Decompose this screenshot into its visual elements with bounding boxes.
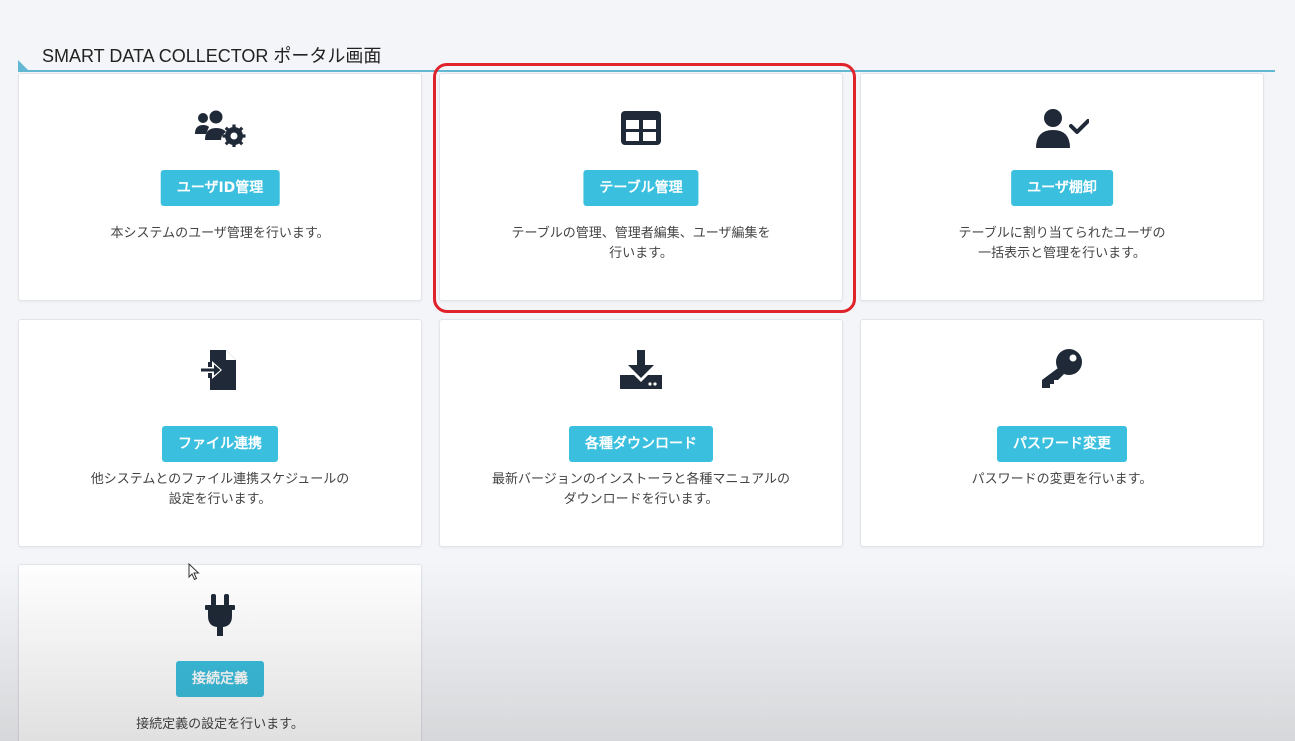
card-file-integration: ファイル連携 他システムとのファイル連携スケジュールの 設定を行います。 [18, 319, 422, 547]
mouse-pointer-icon [188, 562, 200, 585]
card-table-management: テーブル管理 テーブルの管理、管理者編集、ユーザ編集を 行います。 [439, 73, 843, 301]
user-check-icon [861, 108, 1263, 148]
portal-page: SMART DATA COLLECTOR ポータル画面 ユーザID管理 本システ… [0, 0, 1295, 741]
connection-definition-button[interactable]: 接続定義 [176, 661, 264, 697]
card-description: テーブルに割り当てられたユーザの 一括表示と管理を行います。 [958, 226, 1166, 261]
key-icon [861, 349, 1263, 390]
card-user-id-management: ユーザID管理 本システムのユーザ管理を行います。 [18, 73, 422, 301]
file-import-icon [19, 350, 421, 390]
card-user-inventory: ユーザ棚卸 テーブルに割り当てられたユーザの 一括表示と管理を行います。 [860, 73, 1264, 301]
card-description: 接続定義の設定を行います。 [136, 717, 304, 732]
header-corner-decoration [18, 60, 30, 72]
file-integration-button[interactable]: ファイル連携 [162, 426, 278, 462]
portal-header: SMART DATA COLLECTOR ポータル画面 [18, 38, 1275, 72]
card-connection-definition: 接続定義 接続定義の設定を行います。 [18, 564, 422, 741]
table-icon [440, 108, 842, 148]
table-management-button[interactable]: テーブル管理 [583, 170, 699, 206]
user-id-management-button[interactable]: ユーザID管理 [160, 170, 280, 206]
card-description: 本システムのユーザ管理を行います。 [110, 226, 330, 241]
card-description: 最新バージョンのインストーラと各種マニュアルの ダウンロードを行います。 [491, 472, 791, 507]
users-cog-icon [19, 108, 421, 148]
card-password-change: パスワード変更 パスワードの変更を行います。 [860, 319, 1264, 547]
user-inventory-button[interactable]: ユーザ棚卸 [1011, 170, 1113, 206]
password-change-button[interactable]: パスワード変更 [997, 426, 1127, 462]
download-icon [440, 350, 842, 390]
plug-icon [19, 594, 421, 636]
downloads-button[interactable]: 各種ダウンロード [569, 426, 713, 462]
card-description: テーブルの管理、管理者編集、ユーザ編集を 行います。 [511, 226, 771, 261]
card-description: 他システムとのファイル連携スケジュールの 設定を行います。 [90, 472, 350, 507]
card-description: パスワードの変更を行います。 [971, 472, 1153, 487]
card-downloads: 各種ダウンロード 最新バージョンのインストーラと各種マニュアルの ダウンロードを… [439, 319, 843, 547]
page-title: SMART DATA COLLECTOR ポータル画面 [42, 46, 382, 66]
